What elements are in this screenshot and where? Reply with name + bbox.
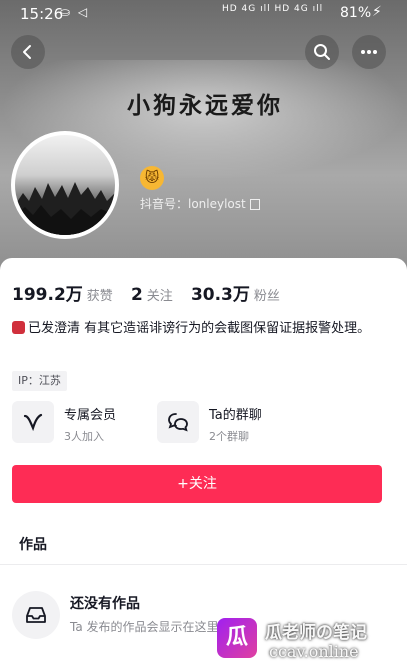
group-chat-subtitle: 2个群聊: [209, 430, 249, 443]
chat-bubbles-icon: [157, 401, 199, 443]
watermark: 瓜 瓜老师の笔记 ccav.online: [213, 612, 403, 664]
avatar[interactable]: [11, 131, 119, 239]
watermark-logo: 瓜: [217, 618, 257, 658]
mood-emoji: 😾: [140, 166, 164, 190]
copy-icon[interactable]: [249, 199, 260, 210]
likes-stat[interactable]: 199.2万 获赞: [12, 285, 113, 305]
battery-level: 81%: [340, 5, 372, 21]
bio-text: 已发澄清 有其它造谣诽谤行为的会截图保留证据报警处理。: [28, 321, 371, 336]
followers-stat[interactable]: 30.3万 粉丝: [191, 285, 280, 305]
membership-entry[interactable]: 专属会员 3人加入: [12, 401, 142, 445]
search-icon: [314, 44, 330, 60]
status-bar: 15:26 ⛀ ◁ HD 4G ıll HD 4G ıll 81% ⚡: [0, 0, 407, 28]
following-stat[interactable]: 2 关注: [131, 285, 173, 305]
profile-sheet: 199.2万 获赞 2 关注 30.3万 粉丝 已发澄清 有其它造谣诽谤行为的会截图保…: [0, 258, 407, 666]
following-label: 关注: [146, 289, 173, 304]
divider: [0, 564, 407, 565]
followers-count: 30.3万: [190, 285, 250, 305]
more-button[interactable]: [352, 35, 386, 69]
chevron-left-icon: [23, 45, 31, 59]
followers-label: 粉丝: [253, 289, 280, 304]
membership-title: 专属会员: [64, 408, 117, 423]
tab-works[interactable]: 作品: [19, 534, 47, 554]
watermark-line1: 瓜老师の笔记: [265, 623, 367, 643]
v-membership-icon: [12, 401, 54, 443]
charging-icon: ⚡: [372, 4, 382, 20]
watermark-line2: ccav.online: [269, 642, 359, 661]
bio: 已发澄清 有其它造谣诽谤行为的会截图保留证据报警处理。: [12, 318, 397, 340]
signal-icons: HD 4G ıll HD 4G ıll: [222, 4, 324, 14]
empty-state-title: 还没有作品: [70, 596, 140, 612]
empty-state-subtitle: Ta 发布的作品会显示在这里: [70, 620, 219, 634]
search-button[interactable]: [305, 35, 339, 69]
group-chat-entry[interactable]: Ta的群聊 2个群聊: [157, 401, 297, 445]
status-notification-icons: ⛀ ◁: [60, 5, 90, 19]
group-chat-title: Ta的群聊: [209, 408, 262, 423]
status-time: 15:26: [20, 5, 64, 23]
membership-subtitle: 3人加入: [64, 430, 104, 443]
douyin-id-text: 抖音号：lonleylost: [140, 197, 246, 211]
boxing-glove-icon: [12, 321, 25, 334]
more-dots-icon: [361, 50, 377, 54]
inbox-tray-icon: [12, 591, 60, 639]
douyin-id[interactable]: 抖音号：lonleylost: [140, 195, 260, 212]
nickname-art: 小狗永远爱你: [127, 92, 283, 119]
likes-count: 199.2万: [12, 285, 83, 305]
following-count: 2: [130, 285, 143, 305]
back-button[interactable]: [11, 35, 45, 69]
stats-row: 199.2万 获赞 2 关注 30.3万 粉丝: [12, 280, 294, 305]
forest-image: [15, 182, 115, 235]
likes-label: 获赞: [86, 289, 113, 304]
ip-location-tag: IP：江苏: [12, 371, 67, 391]
follow-button[interactable]: +关注: [12, 465, 382, 503]
